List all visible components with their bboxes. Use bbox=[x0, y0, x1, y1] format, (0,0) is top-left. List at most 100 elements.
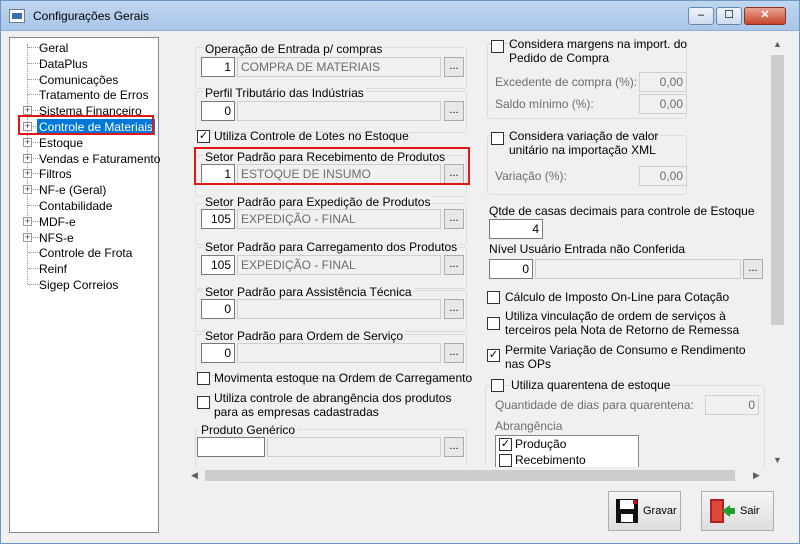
setor-exped-lookup-button[interactable]: ... bbox=[444, 209, 464, 229]
scroll-down-icon[interactable]: ▼ bbox=[773, 455, 782, 465]
nivel-desc bbox=[535, 259, 741, 279]
tree-item-label: Controle de Frota bbox=[39, 246, 133, 261]
produto-generico-label: Produto Genérico bbox=[199, 423, 298, 437]
tree-item[interactable]: Comunicações bbox=[10, 72, 158, 88]
vinculacao-checkbox[interactable] bbox=[487, 317, 500, 330]
perfil-code[interactable]: 0 bbox=[201, 101, 235, 121]
produto-generico-lookup-button[interactable]: ... bbox=[444, 437, 464, 457]
expand-icon[interactable]: + bbox=[23, 137, 32, 147]
variacao-label-2: unitário na importação XML bbox=[509, 143, 656, 157]
tree-item[interactable]: Reinf bbox=[10, 261, 158, 277]
minimize-button[interactable]: – bbox=[688, 7, 714, 25]
variacao-pct-field[interactable]: 0,00 bbox=[639, 166, 687, 186]
tree-item[interactable]: + Vendas e Faturamento bbox=[10, 151, 160, 167]
gravar-button[interactable]: Gravar bbox=[608, 491, 681, 531]
nivel-lookup-button[interactable]: ... bbox=[743, 259, 763, 279]
op-entrada-lookup-button[interactable]: ... bbox=[444, 57, 464, 77]
setor-carreg-lookup-button[interactable]: ... bbox=[444, 255, 464, 275]
tree-item[interactable]: Tratamento de Erros bbox=[10, 87, 158, 103]
expand-icon[interactable]: + bbox=[23, 216, 32, 226]
variacao-pct-label: Variação (%): bbox=[495, 169, 567, 183]
margens-label-1: Considera margens na import. do bbox=[509, 37, 688, 51]
tree-item[interactable]: Contabilidade bbox=[10, 198, 158, 214]
movimenta-checkbox[interactable] bbox=[197, 372, 210, 385]
gravar-label: Gravar bbox=[643, 505, 677, 517]
tree-item[interactable]: Geral bbox=[10, 40, 158, 56]
perfil-label: Perfil Tributário das Indústrias bbox=[203, 86, 366, 100]
tree-item-label: Contabilidade bbox=[39, 199, 113, 213]
tree-item[interactable]: Sigep Correios bbox=[10, 277, 158, 293]
abrangencia-label-2: para as empresas cadastradas bbox=[214, 405, 379, 419]
exit-door-icon bbox=[710, 499, 735, 523]
setor-exped-desc: EXPEDIÇÃO - FINAL bbox=[237, 209, 441, 229]
settings-tree[interactable]: Geral DataPlus Comunicações Tratamento de E… bbox=[9, 37, 160, 533]
tree-item[interactable]: + Filtros bbox=[10, 166, 158, 182]
setor-carreg-code[interactable]: 105 bbox=[201, 255, 235, 275]
nivel-code[interactable]: 0 bbox=[489, 259, 533, 279]
setor-os-code[interactable]: 0 bbox=[201, 343, 235, 363]
saldo-label: Saldo mínimo (%): bbox=[495, 97, 594, 111]
tree-item-label: Filtros bbox=[39, 167, 72, 182]
sair-button[interactable]: Sair bbox=[701, 491, 774, 531]
scroll-right-icon[interactable]: ▶ bbox=[753, 470, 760, 481]
expand-icon[interactable]: + bbox=[23, 185, 32, 195]
tree-item[interactable]: DataPlus bbox=[10, 56, 158, 72]
expand-icon[interactable]: + bbox=[23, 232, 32, 242]
vinculacao-label-2: terceiros pela Nota de Retorno de Remess… bbox=[505, 323, 740, 337]
setor-assist-lookup-button[interactable]: ... bbox=[444, 299, 464, 319]
recebimento-checkbox[interactable] bbox=[499, 454, 512, 467]
tree-item[interactable]: + Estoque bbox=[10, 135, 158, 151]
scroll-thumb[interactable] bbox=[771, 55, 784, 325]
setor-assist-desc bbox=[237, 299, 441, 319]
abrangencia-checkbox[interactable] bbox=[197, 396, 210, 409]
nivel-label: Nível Usuário Entrada não Conferida bbox=[489, 242, 686, 256]
quarentena-checkbox[interactable] bbox=[491, 379, 504, 392]
tree-item-label: NF-e (Geral) bbox=[39, 183, 107, 198]
expand-icon[interactable]: + bbox=[23, 169, 32, 179]
perfil-lookup-button[interactable]: ... bbox=[444, 101, 464, 121]
tree-item[interactable]: + NFS-e bbox=[10, 230, 158, 246]
calculo-checkbox[interactable] bbox=[487, 291, 500, 304]
checkmark-icon: ✓ bbox=[500, 438, 511, 450]
vinculacao-label-1: Utiliza vinculação de ordem de serviços … bbox=[505, 309, 726, 323]
expand-icon[interactable]: + bbox=[23, 106, 32, 116]
calculo-label: Cálculo de Imposto On-Line para Cotação bbox=[505, 290, 730, 304]
checkmark-icon: ✓ bbox=[198, 130, 209, 142]
horizontal-scrollbar[interactable]: ◀ ▶ bbox=[187, 467, 769, 484]
tree-item-label: Estoque bbox=[39, 135, 84, 150]
tree-item[interactable]: Controle de Frota bbox=[10, 245, 158, 261]
title-bar: Configurações Gerais – ☐ ✕ bbox=[1, 1, 799, 31]
highlight-box-recebimento bbox=[194, 147, 470, 185]
scroll-up-icon[interactable]: ▲ bbox=[773, 39, 782, 49]
setor-exped-code[interactable]: 105 bbox=[201, 209, 235, 229]
vertical-scrollbar[interactable]: ▲ ▼ bbox=[769, 37, 786, 469]
scroll-thumb[interactable] bbox=[205, 470, 735, 481]
permite-checkbox[interactable]: ✓ bbox=[487, 349, 500, 362]
floppy-disk-icon bbox=[616, 499, 638, 523]
scroll-left-icon[interactable]: ◀ bbox=[191, 470, 198, 481]
setor-assist-code[interactable]: 0 bbox=[201, 299, 235, 319]
expand-icon[interactable]: + bbox=[23, 153, 32, 163]
abrangencia-list: ✓ Produção Recebimento bbox=[495, 435, 639, 469]
margens-checkbox[interactable] bbox=[491, 40, 504, 53]
casas-field[interactable]: 4 bbox=[489, 219, 543, 239]
produto-generico-code[interactable] bbox=[197, 437, 265, 457]
close-button[interactable]: ✕ bbox=[744, 7, 786, 25]
variacao-checkbox[interactable] bbox=[491, 132, 504, 145]
quarentena-label: Utiliza quarentena de estoque bbox=[509, 378, 673, 392]
checkmark-icon: ✓ bbox=[488, 349, 499, 361]
lotes-checkbox[interactable]: ✓ bbox=[197, 130, 210, 143]
casas-label: Qtde de casas decimais para controle de … bbox=[489, 204, 755, 218]
maximize-button[interactable]: ☐ bbox=[716, 7, 742, 25]
excedente-field[interactable]: 0,00 bbox=[639, 72, 687, 92]
tree-item[interactable]: + MDF-e bbox=[10, 214, 158, 230]
setor-os-lookup-button[interactable]: ... bbox=[444, 343, 464, 363]
margens-label-2: Pedido de Compra bbox=[509, 51, 610, 65]
saldo-field[interactable]: 0,00 bbox=[639, 94, 687, 114]
setor-carreg-desc: EXPEDIÇÃO - FINAL bbox=[237, 255, 441, 275]
quarentena-dias-field[interactable]: 0 bbox=[705, 395, 759, 415]
tree-item[interactable]: + NF-e (Geral) bbox=[10, 182, 158, 198]
op-entrada-code[interactable]: 1 bbox=[201, 57, 235, 77]
producao-checkbox[interactable]: ✓ bbox=[499, 438, 512, 451]
tree-item-label: MDF-e bbox=[39, 214, 76, 229]
